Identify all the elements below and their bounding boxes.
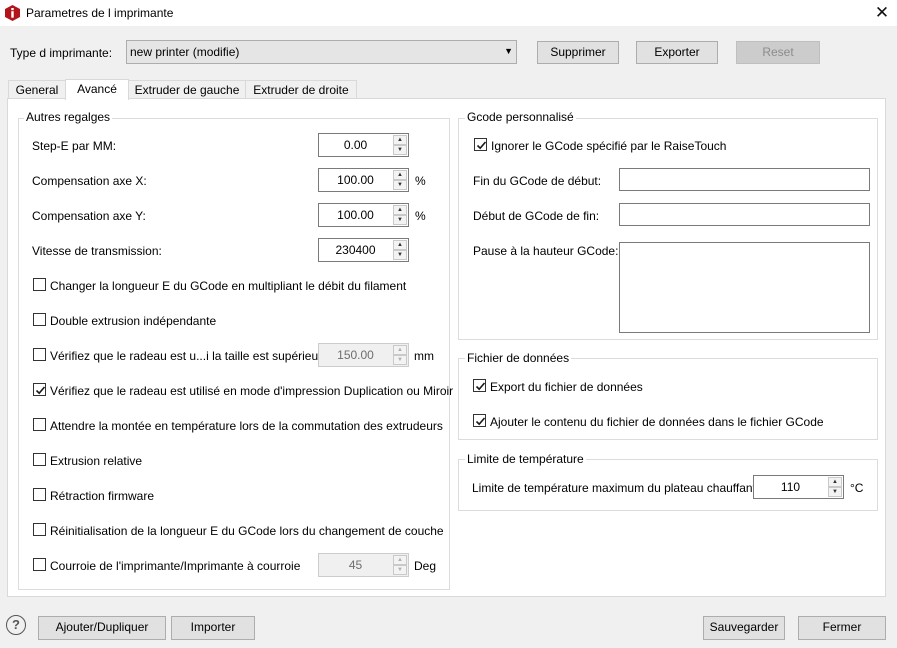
help-icon[interactable]: ?	[6, 615, 26, 635]
spin-up-icon[interactable]: ▲	[393, 240, 407, 250]
raft-size-unit: mm	[414, 349, 434, 363]
relative-extrusion-label: Extrusion relative	[50, 454, 143, 468]
add-duplicate-button[interactable]: Ajouter/Dupliquer	[38, 616, 166, 640]
data-file-title: Fichier de données	[465, 351, 572, 365]
chevron-down-icon: ▼	[504, 46, 513, 56]
raft-size-value: 150.00	[337, 348, 374, 362]
checkbox-relative-extrusion[interactable]	[33, 453, 46, 466]
comp-y-spinbox[interactable]: 100.00 ▲ ▼	[318, 203, 409, 227]
close-button[interactable]: Fermer	[798, 616, 886, 640]
checkbox-multiply-e[interactable]	[33, 278, 46, 291]
window-title: Parametres de l imprimante	[26, 6, 174, 20]
close-icon[interactable]: ✕	[870, 2, 894, 24]
belt-angle-spinbox[interactable]: 45 ▲ ▼	[318, 553, 409, 577]
checkbox-firmware-retraction[interactable]	[33, 488, 46, 501]
baud-label: Vitesse de transmission:	[32, 244, 162, 258]
save-button[interactable]: Sauvegarder	[703, 616, 785, 640]
printer-type-select[interactable]: new printer (modifie) ▼	[126, 40, 517, 64]
checkbox-raft-size[interactable]	[33, 348, 46, 361]
checkbox-wait-temp[interactable]	[33, 418, 46, 431]
delete-button[interactable]: Supprimer	[537, 41, 619, 64]
bed-limit-spinbox[interactable]: 110 ▲ ▼	[753, 475, 844, 499]
comp-x-unit: %	[415, 174, 426, 188]
comp-x-label: Compensation axe X:	[32, 174, 147, 188]
multiply-e-label: Changer la longueur E du GCode en multip…	[50, 279, 407, 293]
wait-temp-label: Attendre la montée en température lors d…	[50, 419, 443, 433]
printer-type-label: Type d imprimante:	[10, 46, 113, 60]
spin-up-icon[interactable]: ▲	[393, 170, 407, 180]
checkbox-export-data-file[interactable]	[473, 379, 486, 392]
reset-button[interactable]: Reset	[736, 41, 820, 64]
checkmark-icon	[476, 141, 487, 150]
export-button[interactable]: Exporter	[636, 41, 718, 64]
tab-general[interactable]: General	[8, 80, 66, 99]
pause-height-gcode-textarea[interactable]	[619, 242, 870, 333]
belt-printer-label: Courroie de l'imprimante/Imprimante à co…	[50, 559, 301, 573]
belt-angle-unit: Deg	[414, 559, 437, 573]
end-start-label: Début de GCode de fin:	[473, 209, 600, 223]
comp-y-value: 100.00	[337, 208, 374, 222]
reset-e-length-label: Réinitialisation de la longueur E du GCo…	[50, 524, 444, 538]
baud-spinbox[interactable]: 230400 ▲ ▼	[318, 238, 409, 262]
start-end-gcode-input[interactable]	[619, 168, 870, 191]
step-e-label: Step-E par MM:	[32, 139, 117, 153]
spin-up-icon[interactable]: ▲	[393, 555, 407, 565]
raft-size-spinbox[interactable]: 150.00 ▲ ▼	[318, 343, 409, 367]
spin-down-icon[interactable]: ▼	[393, 215, 407, 225]
checkmark-icon	[475, 382, 486, 391]
import-button[interactable]: Importer	[171, 616, 255, 640]
belt-angle-value: 45	[348, 558, 363, 572]
other-settings-title: Autres regalges	[24, 110, 113, 124]
start-end-label: Fin du GCode de début:	[473, 174, 602, 188]
checkmark-icon	[475, 417, 486, 426]
tab-advanced[interactable]: Avancé	[65, 79, 129, 100]
end-start-gcode-input[interactable]	[619, 203, 870, 226]
spin-up-icon[interactable]: ▲	[393, 135, 407, 145]
checkbox-ignore-raisetouch[interactable]	[474, 138, 487, 151]
spin-down-icon[interactable]: ▼	[393, 180, 407, 190]
ignore-raisetouch-label: Ignorer le GCode spécifié par le RaiseTo…	[491, 139, 727, 153]
spin-down-icon[interactable]: ▼	[393, 565, 407, 575]
spin-down-icon[interactable]: ▼	[393, 355, 407, 365]
checkbox-reset-e-length[interactable]	[33, 523, 46, 536]
comp-y-label: Compensation axe Y:	[32, 209, 146, 223]
firmware-retraction-label: Rétraction firmware	[50, 489, 155, 503]
tab-left-extruder[interactable]: Extruder de gauche	[128, 80, 246, 99]
baud-value: 230400	[335, 243, 376, 257]
checkbox-belt-printer[interactable]	[33, 558, 46, 571]
bed-limit-unit: °C	[850, 481, 864, 495]
spin-down-icon[interactable]: ▼	[828, 487, 842, 497]
spin-down-icon[interactable]: ▼	[393, 145, 407, 155]
printer-type-value: new printer (modifie)	[130, 45, 240, 59]
bed-limit-label: Limite de température maximum du plateau…	[472, 481, 760, 495]
raft-size-label: Vérifiez que le radeau est u...i la tail…	[50, 349, 339, 363]
checkmark-icon	[35, 386, 46, 395]
spin-up-icon[interactable]: ▲	[828, 477, 842, 487]
temperature-limit-title: Limite de température	[465, 452, 586, 466]
checkbox-independent-dual[interactable]	[33, 313, 46, 326]
bed-limit-value: 110	[780, 480, 801, 494]
raft-duplication-label: Vérifiez que le radeau est utilisé en mo…	[50, 384, 454, 398]
custom-gcode-title: Gcode personnalisé	[465, 110, 576, 124]
checkbox-append-data-file[interactable]	[473, 414, 486, 427]
spin-down-icon[interactable]: ▼	[393, 250, 407, 260]
checkbox-raft-duplication[interactable]	[33, 383, 46, 396]
export-data-file-label: Export du fichier de données	[490, 380, 643, 394]
app-logo-icon	[5, 5, 20, 21]
spin-up-icon[interactable]: ▲	[393, 205, 407, 215]
append-data-file-label: Ajouter le contenu du fichier de données…	[490, 415, 824, 429]
pause-height-label: Pause à la hauteur GCode:	[473, 244, 619, 258]
tab-right-extruder[interactable]: Extruder de droite	[245, 80, 357, 99]
step-e-value: 0.00	[343, 138, 368, 152]
comp-x-spinbox[interactable]: 100.00 ▲ ▼	[318, 168, 409, 192]
step-e-spinbox[interactable]: 0.00 ▲ ▼	[318, 133, 409, 157]
comp-x-value: 100.00	[337, 173, 374, 187]
comp-y-unit: %	[415, 209, 426, 223]
spin-up-icon[interactable]: ▲	[393, 345, 407, 355]
independent-dual-label: Double extrusion indépendante	[50, 314, 217, 328]
